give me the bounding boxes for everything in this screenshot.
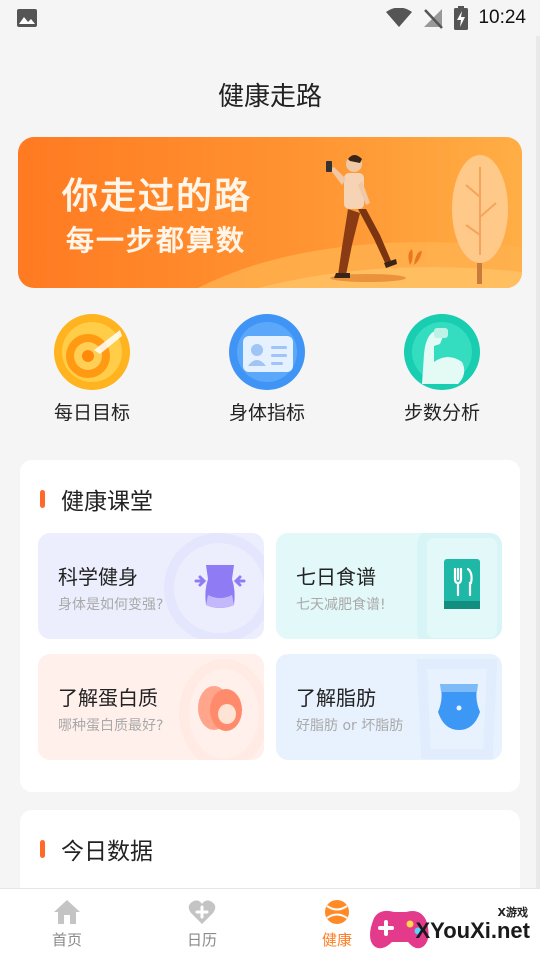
promo-banner[interactable]: 你走过的路 每一步都算数 (18, 137, 522, 288)
section-title: 今日数据 (61, 839, 153, 865)
section-header: 今日数据 (40, 832, 153, 866)
no-signal-icon (424, 9, 444, 29)
section-title: 健康课堂 (61, 489, 153, 515)
quick-link-body-metrics[interactable]: 身体指标 (192, 314, 342, 425)
tile-subtitle: 哪种蛋白质最好? (58, 718, 164, 734)
tab-label: 首页 (51, 931, 82, 949)
section-accent-bar (40, 840, 45, 858)
quick-link-label: 步数分析 (403, 402, 480, 424)
health-class-card: 健康课堂 科学健身 身体是如何变强? 七日食谱 七天减肥食谱! 了解蛋白质 哪种… (20, 460, 520, 792)
watermark: X游戏 XYouXi.net (366, 900, 536, 958)
tab-label: 日历 (186, 931, 217, 949)
battery-charging-icon (454, 6, 469, 30)
banner-subline: 每一步都算数 (66, 224, 247, 257)
tile-protein[interactable]: 了解蛋白质 哪种蛋白质最好? (38, 654, 264, 760)
quick-link-label: 每日目标 (53, 402, 130, 424)
tile-subtitle: 七天减肥食谱! (296, 597, 386, 613)
id-card-icon (229, 314, 305, 390)
quick-link-label: 身体指标 (228, 402, 305, 424)
tile-subtitle: 身体是如何变强? (58, 597, 164, 613)
heart-plus-icon (188, 900, 216, 924)
tile-title: 了解脂肪 (296, 686, 376, 710)
tile-title: 七日食谱 (296, 565, 376, 589)
status-bar: 10:24 (0, 0, 540, 36)
page-title: 健康走路 (217, 82, 322, 112)
tile-title: 科学健身 (58, 565, 138, 589)
section-accent-bar (40, 490, 45, 508)
arm-muscle-icon (404, 314, 480, 390)
image-notification-icon (17, 9, 37, 27)
watermark-site-text: XYouXi.net (415, 918, 531, 943)
banner-headline: 你走过的路 (62, 176, 253, 217)
belly-icon (438, 684, 480, 730)
quick-link-daily-goal[interactable]: 每日目标 (17, 314, 167, 425)
egg-icon (198, 686, 242, 731)
tile-science-fitness[interactable]: 科学健身 身体是如何变强? (38, 533, 264, 639)
tile-fat[interactable]: 了解脂肪 好脂肪 or 坏脂肪 (276, 654, 502, 760)
section-header: 健康课堂 (40, 482, 153, 516)
quick-link-step-analysis[interactable]: 步数分析 (367, 314, 517, 425)
tab-home[interactable]: 首页 (22, 899, 112, 950)
recipe-book-icon (444, 559, 480, 609)
tab-calendar[interactable]: 日历 (157, 899, 247, 950)
target-coin-icon (54, 314, 130, 390)
tile-subtitle: 好脂肪 or 坏脂肪 (296, 718, 404, 734)
home-icon (54, 900, 80, 924)
status-time: 10:24 (478, 7, 526, 28)
tile-title: 了解蛋白质 (58, 686, 158, 710)
waist-icon (194, 565, 246, 608)
ball-icon (325, 900, 349, 924)
scroll-edge (536, 36, 540, 888)
quick-links: 每日目标 身体指标 步数分析 (0, 314, 540, 434)
wifi-icon (386, 8, 413, 27)
tile-seven-day-recipe[interactable]: 七日食谱 七天减肥食谱! (276, 533, 502, 639)
